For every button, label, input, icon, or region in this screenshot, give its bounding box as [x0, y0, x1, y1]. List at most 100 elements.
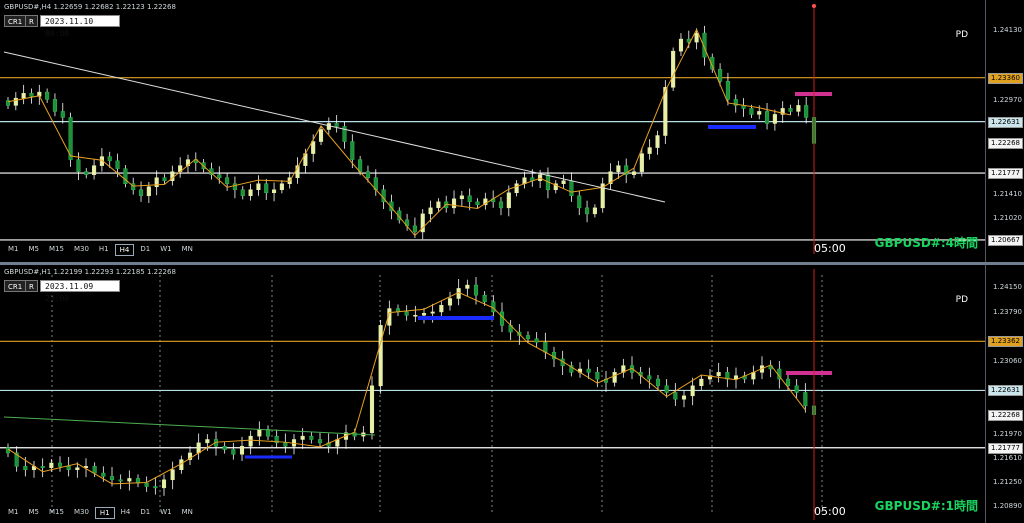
h1-chart-canvas [0, 269, 986, 520]
candle-body [631, 171, 637, 175]
h4-header: GBPUSD#,H4 1.22659 1.22682 1.22123 1.222… [4, 3, 176, 11]
candle-body [569, 180, 574, 197]
datetime-box[interactable]: 2023.11.10 00:00 [40, 15, 120, 38]
candle-body [716, 372, 721, 376]
candle-body [404, 311, 409, 316]
candle-body [749, 108, 754, 115]
datetime-box[interactable]: 2023.11.09 23:00 [40, 280, 120, 303]
candle-body [13, 97, 18, 106]
tf-h1[interactable]: H1 [95, 244, 113, 254]
candle-body [162, 177, 167, 181]
candle-body [146, 186, 151, 197]
candle-body [196, 442, 201, 454]
price-tag-box: 1.22268 [988, 138, 1023, 150]
candle-body [265, 429, 271, 437]
price-tag-box: 1.21777 [988, 442, 1023, 454]
candle-body [664, 385, 669, 393]
candle-body [616, 165, 621, 172]
tf-w1[interactable]: W1 [156, 507, 175, 517]
r-button[interactable]: R [25, 15, 38, 27]
candle-body [23, 466, 28, 470]
candle-body [92, 466, 97, 474]
candle-body [639, 153, 644, 172]
tf-mn[interactable]: MN [178, 507, 197, 517]
tf-m30[interactable]: M30 [70, 507, 93, 517]
price-tick: 1.21610 [993, 453, 1022, 462]
candle-body [694, 32, 699, 43]
price-tag-box: 1.22631 [988, 116, 1023, 128]
candle-body [248, 189, 253, 197]
candle-body [45, 91, 50, 100]
tf-m30[interactable]: M30 [70, 244, 93, 254]
h4-price-axis[interactable]: 1.24130 1.23360 1.22970 1.22631 1.22268 1.217… [985, 0, 1024, 262]
tf-m1[interactable]: M1 [4, 244, 23, 254]
candle-body [690, 385, 695, 397]
candle-body [451, 198, 457, 209]
price-tick: 1.22970 [993, 96, 1022, 105]
candle-body [217, 174, 222, 178]
tf-d1[interactable]: D1 [136, 507, 154, 517]
cr1-button[interactable]: CR1 [4, 280, 27, 292]
candle-body [678, 38, 684, 52]
candle-body [428, 207, 433, 215]
candle-body [256, 183, 261, 191]
tf-m1[interactable]: M1 [4, 507, 23, 517]
candle-body [283, 442, 288, 447]
tf-m15[interactable]: M15 [45, 244, 68, 254]
candle-body [232, 183, 237, 191]
candle-body [803, 392, 808, 407]
tf-h4[interactable]: H4 [114, 244, 135, 256]
timeframe-bar: M1 M5 M15 M30 H1 H4 D1 W1 MN [4, 244, 197, 256]
candle-body [300, 435, 305, 440]
candle-body [205, 439, 210, 444]
cr1-button[interactable]: CR1 [4, 15, 27, 27]
h1-header: GBPUSD#,H1 1.22199 1.22293 1.22185 1.222… [4, 268, 176, 276]
candle-body [66, 466, 71, 470]
tf-m15[interactable]: M15 [45, 507, 68, 517]
tf-w1[interactable]: W1 [156, 244, 175, 254]
candle-body [369, 385, 375, 434]
tf-m5[interactable]: M5 [25, 244, 44, 254]
candle-body [796, 105, 801, 112]
candle-body [161, 479, 167, 489]
h1-price-axis[interactable]: 1.24150 1.23790 1.23362 1.23060 1.22631 1.222… [985, 265, 1024, 523]
candle-body [222, 445, 227, 450]
tf-h1[interactable]: H1 [94, 507, 115, 519]
candle-body [49, 462, 54, 468]
trend-line [3, 51, 666, 203]
candle-body [785, 378, 791, 387]
candle-body [647, 147, 652, 154]
candle-body [506, 192, 511, 209]
h4-title: GBPUSD#:4時間 [874, 236, 978, 250]
candle-body [109, 476, 115, 481]
candle-body [467, 195, 472, 203]
candle-body [40, 466, 45, 468]
candle-body [543, 341, 548, 353]
tf-mn[interactable]: MN [178, 244, 197, 254]
r-button[interactable]: R [25, 280, 38, 292]
h4-chart-pane[interactable]: GBPUSD#,H4 1.22659 1.22682 1.22123 1.222… [0, 0, 1024, 262]
candle-body [248, 435, 253, 447]
h1-chart-pane[interactable]: GBPUSD#,H1 1.22199 1.22293 1.22185 1.222… [0, 262, 1024, 523]
candle-body [153, 486, 158, 489]
candle-body [561, 180, 566, 184]
candle-body [439, 304, 444, 313]
candle-body [57, 462, 63, 467]
candle-body [525, 335, 531, 340]
candle-body [430, 311, 435, 314]
candle-body [317, 439, 323, 444]
candle-body [272, 189, 277, 194]
candle-body [76, 159, 81, 172]
candle-body [772, 114, 777, 124]
candle-body [499, 311, 505, 326]
candle-body [764, 111, 770, 124]
tf-m5[interactable]: M5 [25, 507, 44, 517]
tf-h4[interactable]: H4 [117, 507, 135, 517]
trend-line [3, 416, 376, 436]
h1-title: GBPUSD#:1時間 [874, 499, 978, 513]
candle-body [498, 201, 504, 209]
tf-d1[interactable]: D1 [136, 244, 154, 254]
price-tick: 1.21970 [993, 429, 1022, 438]
candle-body [482, 294, 487, 303]
candle-body [101, 472, 106, 477]
